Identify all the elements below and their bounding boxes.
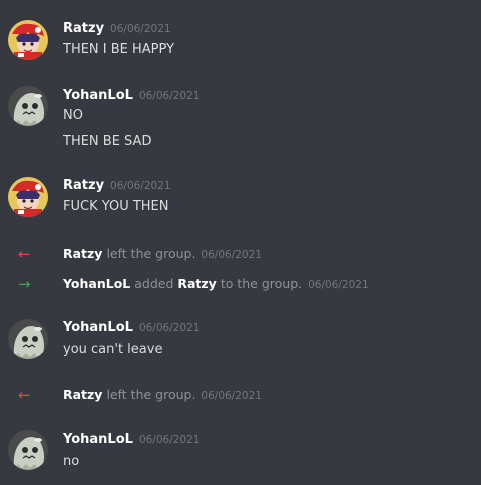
author-name[interactable]: YohanLoL bbox=[63, 88, 133, 103]
system-action: added bbox=[134, 276, 174, 291]
message-author[interactable]: Ratzy 06/06/2021 bbox=[63, 21, 171, 36]
avatar-ratzy[interactable] bbox=[8, 20, 48, 60]
system-message-text: Ratzy left the group. 06/06/2021 bbox=[63, 387, 262, 402]
system-user[interactable]: YohanLoL bbox=[63, 276, 130, 291]
message-author[interactable]: Ratzy 06/06/2021 bbox=[63, 178, 171, 193]
message-timestamp: 06/06/2021 bbox=[138, 322, 200, 334]
yohanlol-avatar-image bbox=[8, 86, 48, 126]
system-timestamp: 06/06/2021 bbox=[201, 249, 262, 261]
message-author[interactable]: YohanLoL 06/06/2021 bbox=[63, 88, 199, 103]
ratzy-avatar-image bbox=[8, 177, 48, 217]
system-user[interactable]: Ratzy bbox=[63, 387, 102, 402]
join-arrow-icon: → bbox=[18, 275, 31, 293]
system-action-suffix: to the group. bbox=[220, 276, 303, 291]
yohanlol-avatar-image bbox=[8, 430, 48, 470]
message-content: you can't leave bbox=[63, 342, 163, 357]
message-content: FUCK YOU THEN bbox=[63, 199, 169, 214]
system-target-user[interactable]: Ratzy bbox=[177, 276, 216, 291]
system-action: left the group. bbox=[106, 246, 196, 261]
system-message-text: Ratzy left the group. 06/06/2021 bbox=[63, 246, 262, 261]
author-name[interactable]: YohanLoL bbox=[63, 432, 133, 447]
author-name[interactable]: YohanLoL bbox=[63, 320, 133, 335]
leave-arrow-icon: ← bbox=[18, 386, 31, 404]
message-content: THEN BE SAD bbox=[63, 134, 152, 149]
message-content: THEN I BE HAPPY bbox=[63, 42, 175, 57]
avatar-yohanlol[interactable] bbox=[8, 319, 48, 359]
author-name[interactable]: Ratzy bbox=[63, 21, 104, 36]
message-content: NO bbox=[63, 108, 83, 123]
message-timestamp: 06/06/2021 bbox=[138, 434, 200, 446]
message-timestamp: 06/06/2021 bbox=[110, 180, 171, 192]
system-action: left the group. bbox=[106, 387, 196, 402]
message-author[interactable]: YohanLoL 06/06/2021 bbox=[63, 320, 199, 335]
avatar-ratzy[interactable] bbox=[8, 177, 48, 217]
avatar-yohanlol[interactable] bbox=[8, 430, 48, 470]
leave-arrow-icon: ← bbox=[18, 245, 31, 263]
system-user[interactable]: Ratzy bbox=[63, 246, 102, 261]
system-timestamp: 06/06/2021 bbox=[201, 390, 262, 402]
system-timestamp: 06/06/2021 bbox=[308, 279, 369, 291]
author-name[interactable]: Ratzy bbox=[63, 178, 104, 193]
avatar-yohanlol[interactable] bbox=[8, 86, 48, 126]
system-message-text: YohanLoL added Ratzy to the group. 06/06… bbox=[63, 276, 369, 291]
message-author[interactable]: YohanLoL 06/06/2021 bbox=[63, 432, 199, 447]
ratzy-avatar-image bbox=[8, 20, 48, 60]
yohanlol-avatar-image bbox=[8, 319, 48, 359]
message-timestamp: 06/06/2021 bbox=[110, 23, 171, 35]
chat-messages: Ratzy 06/06/2021 THEN I BE HAPPY YohanLoL… bbox=[0, 0, 481, 485]
message-content: no bbox=[63, 454, 80, 469]
message-timestamp: 06/06/2021 bbox=[138, 90, 200, 102]
